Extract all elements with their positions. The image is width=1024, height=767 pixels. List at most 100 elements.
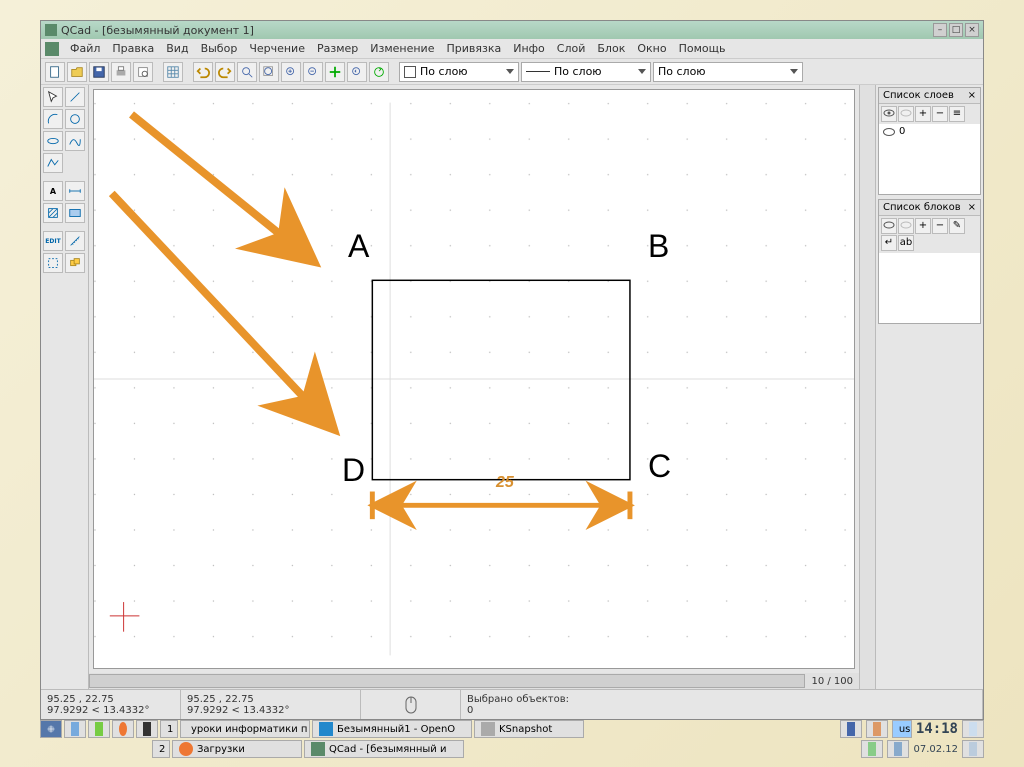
menu-view[interactable]: Вид [161, 40, 193, 57]
firefox-button[interactable] [112, 720, 134, 738]
tool-select[interactable] [43, 253, 63, 273]
layers-panel: Список слоев× + − ≡ 0 [878, 87, 981, 195]
block-remove[interactable]: − [932, 218, 948, 234]
tool-block[interactable] [65, 253, 85, 273]
layer-add[interactable]: + [915, 106, 931, 122]
pager-2[interactable]: 2 [152, 740, 170, 758]
zoom-in-button[interactable] [281, 62, 301, 82]
keyboard-layout[interactable]: us [892, 720, 912, 738]
menubar: Файл Правка Вид Выбор Черчение Размер Из… [41, 39, 983, 59]
zoom-out-button[interactable] [303, 62, 323, 82]
menu-select[interactable]: Выбор [196, 40, 243, 57]
layer-row-0[interactable]: 0 [883, 126, 976, 137]
tool-hatch[interactable] [43, 203, 63, 223]
zoom-prev-button[interactable] [347, 62, 367, 82]
block-hide-all[interactable] [898, 218, 914, 234]
blocks-panel-close[interactable]: × [968, 202, 976, 213]
coord-relative: 97.9292 < 13.4332° [47, 705, 174, 716]
zoom-auto-button[interactable] [259, 62, 279, 82]
zoom-window-button[interactable] [237, 62, 257, 82]
tool-spline[interactable] [65, 131, 85, 151]
menu-file[interactable]: Файл [65, 40, 105, 57]
pan-button[interactable] [325, 62, 345, 82]
date: 07.02.12 [913, 744, 958, 755]
tool-polyline[interactable] [43, 153, 63, 173]
block-add[interactable]: + [915, 218, 931, 234]
menu-dimension[interactable]: Размер [312, 40, 363, 57]
tool-text[interactable]: A [43, 181, 63, 201]
menu-block[interactable]: Блок [592, 40, 630, 57]
tool-line[interactable] [65, 87, 85, 107]
tool-arc[interactable] [43, 109, 63, 129]
vertical-scrollbar[interactable] [859, 85, 875, 689]
home-button[interactable] [88, 720, 110, 738]
block-edit[interactable]: ✎ [949, 218, 965, 234]
menu-snap[interactable]: Привязка [441, 40, 506, 57]
selected-label: Выбрано объектов: [467, 694, 976, 705]
task-openoffice[interactable]: Безымянный1 - OpenO [312, 720, 472, 738]
menu-modify[interactable]: Изменение [365, 40, 439, 57]
terminal-button[interactable] [136, 720, 158, 738]
menu-draw[interactable]: Черчение [244, 40, 310, 57]
close-button[interactable]: × [965, 23, 979, 37]
tool-edit[interactable]: EDIT [43, 231, 63, 251]
redraw-button[interactable] [369, 62, 389, 82]
print-button[interactable] [111, 62, 131, 82]
toolbar: По слою По слою По слою [41, 59, 983, 85]
label-A: A [348, 228, 369, 265]
tool-ellipse[interactable] [43, 131, 63, 151]
layers-panel-close[interactable]: × [968, 90, 976, 101]
task-downloads[interactable]: Загрузки [172, 740, 302, 758]
tool-dimension[interactable] [65, 181, 85, 201]
grid-button[interactable] [163, 62, 183, 82]
mdi-icon[interactable] [45, 42, 59, 56]
print-preview-button[interactable] [133, 62, 153, 82]
task-qcad[interactable]: QCad - [безымянный и [304, 740, 464, 758]
menu-window[interactable]: Окно [632, 40, 671, 57]
undo-button[interactable] [193, 62, 213, 82]
new-button[interactable] [45, 62, 65, 82]
clipboard-tray-icon[interactable] [866, 720, 888, 738]
color-bylayer-select[interactable]: По слою [399, 62, 519, 82]
logout-button[interactable] [962, 720, 984, 738]
linetype-bylayer-select[interactable]: По слою [521, 62, 651, 82]
tool-palette: A EDIT [41, 85, 89, 689]
layer-show-all[interactable] [881, 106, 897, 122]
task-ksnapshot[interactable]: KSnapshot [474, 720, 584, 738]
eye-icon [883, 128, 895, 136]
network-tray-icon[interactable] [861, 740, 883, 758]
volume-tray-icon[interactable] [887, 740, 909, 758]
trash-button[interactable] [962, 740, 984, 758]
clock[interactable]: 14:18 [916, 721, 958, 737]
redo-button[interactable] [215, 62, 235, 82]
block-rename[interactable]: ab [898, 235, 914, 251]
blocks-panel-title: Список блоков [883, 202, 961, 213]
desktop-button[interactable] [64, 720, 86, 738]
maximize-button[interactable]: □ [949, 23, 963, 37]
block-show-all[interactable] [881, 218, 897, 234]
drawing-canvas[interactable]: A B C D 25 [93, 89, 855, 669]
open-button[interactable] [67, 62, 87, 82]
save-tray-icon[interactable] [840, 720, 862, 738]
task-lessons[interactable]: уроки информатики п [180, 720, 310, 738]
tool-measure[interactable] [65, 231, 85, 251]
menu-layer[interactable]: Слой [552, 40, 591, 57]
layer-hide-all[interactable] [898, 106, 914, 122]
minimize-button[interactable]: – [933, 23, 947, 37]
tool-circle[interactable] [65, 109, 85, 129]
kmenu-button[interactable] [40, 720, 62, 738]
block-insert[interactable]: ↵ [881, 235, 897, 251]
layer-remove[interactable]: − [932, 106, 948, 122]
layer-edit[interactable]: ≡ [949, 106, 965, 122]
save-button[interactable] [89, 62, 109, 82]
app-icon [45, 24, 57, 36]
lineweight-bylayer-select[interactable]: По слою [653, 62, 803, 82]
menu-info[interactable]: Инфо [508, 40, 550, 57]
menu-help[interactable]: Помощь [674, 40, 731, 57]
drawing-overlay: A B C D 25 [94, 90, 854, 668]
horizontal-scrollbar[interactable]: 10 / 100 [89, 673, 859, 689]
menu-edit[interactable]: Правка [107, 40, 159, 57]
tool-pointer[interactable] [43, 87, 63, 107]
pager-1[interactable]: 1 [160, 720, 178, 738]
tool-image[interactable] [65, 203, 85, 223]
